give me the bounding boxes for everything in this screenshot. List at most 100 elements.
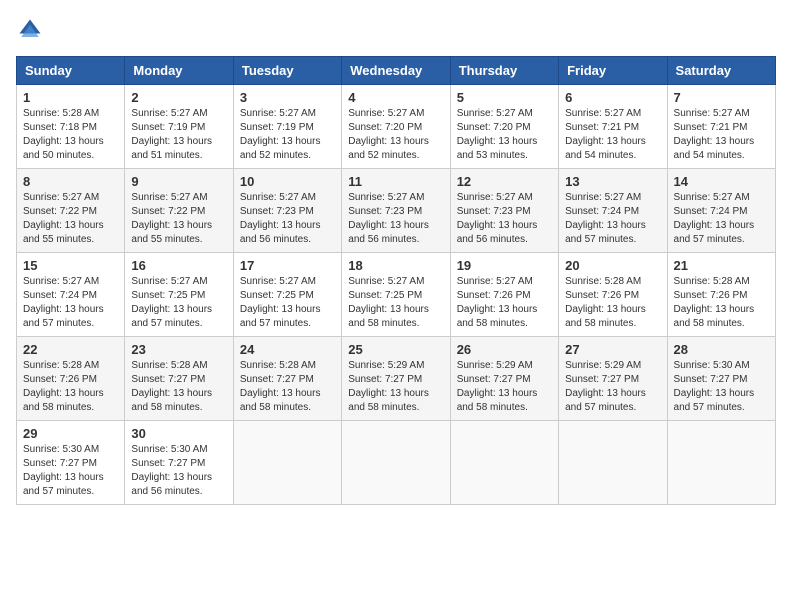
day-info: Sunrise: 5:28 AM Sunset: 7:18 PM Dayligh… bbox=[23, 107, 118, 163]
day-number: 12 bbox=[457, 174, 552, 189]
calendar-day-cell: 15 Sunrise: 5:27 AM Sunset: 7:24 PM Dayl… bbox=[17, 253, 125, 337]
calendar-day-cell: 20 Sunrise: 5:28 AM Sunset: 7:26 PM Dayl… bbox=[559, 253, 667, 337]
day-number: 10 bbox=[240, 174, 335, 189]
day-number: 16 bbox=[131, 258, 226, 273]
day-info: Sunrise: 5:29 AM Sunset: 7:27 PM Dayligh… bbox=[565, 359, 660, 415]
day-info: Sunrise: 5:27 AM Sunset: 7:21 PM Dayligh… bbox=[674, 107, 769, 163]
calendar-day-cell: 13 Sunrise: 5:27 AM Sunset: 7:24 PM Dayl… bbox=[559, 169, 667, 253]
day-number: 17 bbox=[240, 258, 335, 273]
weekday-header-friday: Friday bbox=[559, 57, 667, 85]
calendar-week-row: 22 Sunrise: 5:28 AM Sunset: 7:26 PM Dayl… bbox=[17, 337, 776, 421]
calendar-day-cell: 26 Sunrise: 5:29 AM Sunset: 7:27 PM Dayl… bbox=[450, 337, 558, 421]
day-info: Sunrise: 5:27 AM Sunset: 7:23 PM Dayligh… bbox=[348, 191, 443, 247]
calendar-day-cell: 17 Sunrise: 5:27 AM Sunset: 7:25 PM Dayl… bbox=[233, 253, 341, 337]
calendar-day-cell: 7 Sunrise: 5:27 AM Sunset: 7:21 PM Dayli… bbox=[667, 85, 775, 169]
day-info: Sunrise: 5:27 AM Sunset: 7:20 PM Dayligh… bbox=[457, 107, 552, 163]
day-number: 6 bbox=[565, 90, 660, 105]
day-number: 18 bbox=[348, 258, 443, 273]
day-number: 7 bbox=[674, 90, 769, 105]
day-info: Sunrise: 5:27 AM Sunset: 7:25 PM Dayligh… bbox=[240, 275, 335, 331]
day-number: 8 bbox=[23, 174, 118, 189]
logo-icon bbox=[16, 16, 44, 44]
calendar-day-cell: 12 Sunrise: 5:27 AM Sunset: 7:23 PM Dayl… bbox=[450, 169, 558, 253]
calendar-day-cell: 4 Sunrise: 5:27 AM Sunset: 7:20 PM Dayli… bbox=[342, 85, 450, 169]
day-number: 27 bbox=[565, 342, 660, 357]
day-number: 11 bbox=[348, 174, 443, 189]
day-info: Sunrise: 5:28 AM Sunset: 7:26 PM Dayligh… bbox=[565, 275, 660, 331]
calendar-day-cell bbox=[342, 421, 450, 505]
calendar-day-cell: 14 Sunrise: 5:27 AM Sunset: 7:24 PM Dayl… bbox=[667, 169, 775, 253]
calendar-day-cell: 10 Sunrise: 5:27 AM Sunset: 7:23 PM Dayl… bbox=[233, 169, 341, 253]
day-number: 15 bbox=[23, 258, 118, 273]
calendar-day-cell: 11 Sunrise: 5:27 AM Sunset: 7:23 PM Dayl… bbox=[342, 169, 450, 253]
day-info: Sunrise: 5:27 AM Sunset: 7:23 PM Dayligh… bbox=[457, 191, 552, 247]
weekday-header-sunday: Sunday bbox=[17, 57, 125, 85]
calendar-day-cell: 16 Sunrise: 5:27 AM Sunset: 7:25 PM Dayl… bbox=[125, 253, 233, 337]
day-info: Sunrise: 5:27 AM Sunset: 7:22 PM Dayligh… bbox=[131, 191, 226, 247]
day-info: Sunrise: 5:27 AM Sunset: 7:24 PM Dayligh… bbox=[565, 191, 660, 247]
day-info: Sunrise: 5:27 AM Sunset: 7:25 PM Dayligh… bbox=[131, 275, 226, 331]
day-number: 29 bbox=[23, 426, 118, 441]
day-info: Sunrise: 5:27 AM Sunset: 7:20 PM Dayligh… bbox=[348, 107, 443, 163]
calendar-day-cell: 9 Sunrise: 5:27 AM Sunset: 7:22 PM Dayli… bbox=[125, 169, 233, 253]
day-number: 25 bbox=[348, 342, 443, 357]
calendar-day-cell: 28 Sunrise: 5:30 AM Sunset: 7:27 PM Dayl… bbox=[667, 337, 775, 421]
day-number: 9 bbox=[131, 174, 226, 189]
calendar-day-cell bbox=[233, 421, 341, 505]
calendar-day-cell: 5 Sunrise: 5:27 AM Sunset: 7:20 PM Dayli… bbox=[450, 85, 558, 169]
logo bbox=[16, 16, 48, 44]
day-number: 20 bbox=[565, 258, 660, 273]
day-number: 21 bbox=[674, 258, 769, 273]
day-info: Sunrise: 5:27 AM Sunset: 7:24 PM Dayligh… bbox=[23, 275, 118, 331]
day-info: Sunrise: 5:27 AM Sunset: 7:26 PM Dayligh… bbox=[457, 275, 552, 331]
day-info: Sunrise: 5:27 AM Sunset: 7:19 PM Dayligh… bbox=[131, 107, 226, 163]
day-info: Sunrise: 5:29 AM Sunset: 7:27 PM Dayligh… bbox=[457, 359, 552, 415]
calendar-week-row: 1 Sunrise: 5:28 AM Sunset: 7:18 PM Dayli… bbox=[17, 85, 776, 169]
day-info: Sunrise: 5:30 AM Sunset: 7:27 PM Dayligh… bbox=[674, 359, 769, 415]
day-number: 3 bbox=[240, 90, 335, 105]
day-number: 1 bbox=[23, 90, 118, 105]
weekday-header-row: SundayMondayTuesdayWednesdayThursdayFrid… bbox=[17, 57, 776, 85]
calendar-day-cell: 24 Sunrise: 5:28 AM Sunset: 7:27 PM Dayl… bbox=[233, 337, 341, 421]
day-number: 24 bbox=[240, 342, 335, 357]
day-number: 4 bbox=[348, 90, 443, 105]
weekday-header-thursday: Thursday bbox=[450, 57, 558, 85]
calendar-day-cell: 30 Sunrise: 5:30 AM Sunset: 7:27 PM Dayl… bbox=[125, 421, 233, 505]
calendar-week-row: 15 Sunrise: 5:27 AM Sunset: 7:24 PM Dayl… bbox=[17, 253, 776, 337]
calendar-day-cell: 23 Sunrise: 5:28 AM Sunset: 7:27 PM Dayl… bbox=[125, 337, 233, 421]
calendar-day-cell: 21 Sunrise: 5:28 AM Sunset: 7:26 PM Dayl… bbox=[667, 253, 775, 337]
day-number: 30 bbox=[131, 426, 226, 441]
day-number: 5 bbox=[457, 90, 552, 105]
day-info: Sunrise: 5:28 AM Sunset: 7:26 PM Dayligh… bbox=[674, 275, 769, 331]
day-info: Sunrise: 5:27 AM Sunset: 7:23 PM Dayligh… bbox=[240, 191, 335, 247]
calendar-day-cell: 22 Sunrise: 5:28 AM Sunset: 7:26 PM Dayl… bbox=[17, 337, 125, 421]
calendar-day-cell: 1 Sunrise: 5:28 AM Sunset: 7:18 PM Dayli… bbox=[17, 85, 125, 169]
day-info: Sunrise: 5:27 AM Sunset: 7:25 PM Dayligh… bbox=[348, 275, 443, 331]
day-number: 2 bbox=[131, 90, 226, 105]
calendar-day-cell: 2 Sunrise: 5:27 AM Sunset: 7:19 PM Dayli… bbox=[125, 85, 233, 169]
calendar-table: SundayMondayTuesdayWednesdayThursdayFrid… bbox=[16, 56, 776, 505]
calendar-day-cell: 29 Sunrise: 5:30 AM Sunset: 7:27 PM Dayl… bbox=[17, 421, 125, 505]
day-info: Sunrise: 5:27 AM Sunset: 7:22 PM Dayligh… bbox=[23, 191, 118, 247]
calendar-day-cell bbox=[559, 421, 667, 505]
day-number: 28 bbox=[674, 342, 769, 357]
calendar-week-row: 8 Sunrise: 5:27 AM Sunset: 7:22 PM Dayli… bbox=[17, 169, 776, 253]
calendar-day-cell: 3 Sunrise: 5:27 AM Sunset: 7:19 PM Dayli… bbox=[233, 85, 341, 169]
weekday-header-wednesday: Wednesday bbox=[342, 57, 450, 85]
day-info: Sunrise: 5:27 AM Sunset: 7:19 PM Dayligh… bbox=[240, 107, 335, 163]
day-info: Sunrise: 5:28 AM Sunset: 7:26 PM Dayligh… bbox=[23, 359, 118, 415]
day-info: Sunrise: 5:30 AM Sunset: 7:27 PM Dayligh… bbox=[23, 443, 118, 499]
weekday-header-saturday: Saturday bbox=[667, 57, 775, 85]
day-info: Sunrise: 5:27 AM Sunset: 7:21 PM Dayligh… bbox=[565, 107, 660, 163]
calendar-day-cell bbox=[450, 421, 558, 505]
day-number: 26 bbox=[457, 342, 552, 357]
day-number: 13 bbox=[565, 174, 660, 189]
calendar-day-cell: 27 Sunrise: 5:29 AM Sunset: 7:27 PM Dayl… bbox=[559, 337, 667, 421]
day-info: Sunrise: 5:27 AM Sunset: 7:24 PM Dayligh… bbox=[674, 191, 769, 247]
page-header bbox=[16, 16, 776, 44]
calendar-day-cell: 6 Sunrise: 5:27 AM Sunset: 7:21 PM Dayli… bbox=[559, 85, 667, 169]
day-number: 14 bbox=[674, 174, 769, 189]
calendar-day-cell: 19 Sunrise: 5:27 AM Sunset: 7:26 PM Dayl… bbox=[450, 253, 558, 337]
calendar-day-cell: 18 Sunrise: 5:27 AM Sunset: 7:25 PM Dayl… bbox=[342, 253, 450, 337]
calendar-week-row: 29 Sunrise: 5:30 AM Sunset: 7:27 PM Dayl… bbox=[17, 421, 776, 505]
